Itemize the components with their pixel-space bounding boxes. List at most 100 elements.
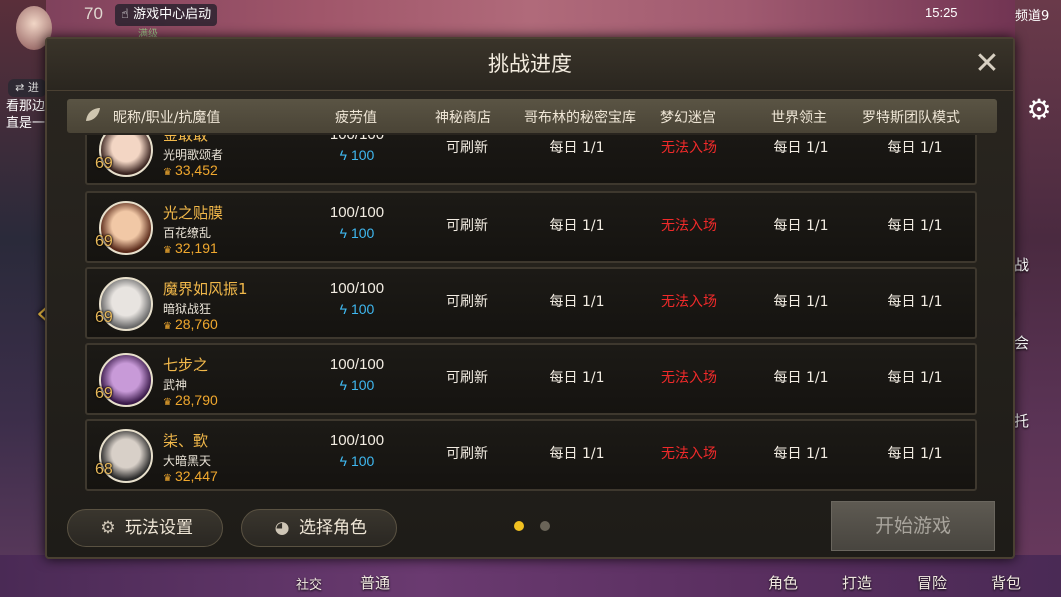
fatigue-value: 100/100 (307, 135, 407, 143)
bottom-menu-bag[interactable]: 背包 (991, 572, 1021, 593)
character-job: 百花缭乱 (163, 226, 212, 240)
mystery-shop-status: 可刷新 (446, 446, 488, 462)
right-menu-label[interactable]: 战 (1014, 254, 1029, 275)
dialog-title: 挑战进度 (47, 39, 1013, 91)
character-level: 68 (95, 461, 113, 478)
background-bottom (0, 555, 1061, 597)
goblin-vault-status: 每日 1/1 (549, 140, 605, 156)
character-level: 69 (95, 309, 113, 326)
mystery-shop-status: 可刷新 (446, 218, 488, 234)
table-row[interactable]: 69 光之贴膜 百花缭乱 ♛ 32,191 100/100 ϟ 100 可刷新 每日 1/1 无法… (85, 191, 977, 263)
start-game-button[interactable]: 开始游戏 (831, 501, 995, 551)
world-lord-status: 每日 1/1 (773, 294, 829, 310)
lightning-icon: ϟ (339, 147, 351, 163)
mystery-shop-status: 可刷新 (446, 370, 488, 386)
fatigue-value: 100/100 (329, 432, 385, 449)
mystery-shop-status: 可刷新 (446, 140, 488, 156)
leaf-icon (86, 108, 100, 121)
table-row[interactable]: 69 七步之武神 ♛ 28,790 100/100 ϟ 100 可刷新 每日 1/1 无法入场 每… (85, 343, 977, 415)
lightning-icon: ϟ (339, 301, 351, 317)
crown-icon: ♛ (163, 167, 172, 178)
hand-icon: ☝ (121, 7, 129, 22)
gear-icon: ⚙ (100, 518, 116, 538)
character-level: 69 (95, 155, 113, 172)
raid-mode-status: 每日 1/1 (887, 140, 943, 156)
table-row[interactable]: 69 金敢敢光明歌颂者♛33,452 100/100 ϟ 100 可刷新 每日 1/1 无法… (85, 135, 977, 185)
character-power: ♛ 33,452 (163, 162, 218, 178)
game-center-launch-badge[interactable]: ☝ 游戏中心启动 (115, 4, 218, 26)
character-job: 大暗黑天 (163, 454, 212, 468)
character-name: 金敢敢 (163, 135, 209, 144)
character-power: ♛ 28,760 (163, 316, 218, 332)
dream-maze-status: 无法入场 (661, 446, 717, 462)
character-list[interactable]: 69金敢敢光明歌颂者♛33,452100/100ϟ 100可刷新每日 1/1无法… (85, 135, 977, 493)
character-name: 魔界如风振1 (163, 280, 248, 298)
lightning-icon: ϟ (339, 453, 351, 469)
fatigue-value: 100/100 (329, 356, 385, 373)
character-job: 武神 (163, 378, 188, 392)
character-level: 69 (95, 385, 113, 402)
table-row[interactable]: 68 柒、歅大暗黑天 ♛ 32,447 100/100 ϟ 100 可刷新 每日 1/1 无法入… (85, 419, 977, 491)
gear-icon[interactable]: ⚙ (1023, 94, 1055, 126)
energy-value: ϟ 100 (339, 453, 375, 469)
dream-maze-status: 无法入场 (661, 218, 717, 234)
dream-maze-status: 无法入场 (661, 140, 717, 156)
table-row[interactable]: 69 魔界如风振1 暗狱战狂 ♛ 28,760 100/100 ϟ 100 可刷新 每日 1/1… (85, 267, 977, 339)
chat-snippet: 看那边 直是一 (6, 99, 46, 131)
character-job: 暗狱战狂 (163, 302, 212, 316)
character-power: ♛ 28,790 (163, 392, 218, 408)
bottom-menu-craft[interactable]: 打造 (842, 572, 872, 593)
goblin-vault-status: 每日 1/1 (549, 218, 605, 234)
bottom-menu-social[interactable]: 社交 (296, 574, 322, 593)
page-dot-active[interactable] (514, 521, 524, 531)
channel-label[interactable]: 频道9 (1015, 5, 1049, 24)
fatigue-value: 100/100 (329, 204, 385, 221)
clock: 15:25 (925, 5, 958, 20)
bottom-menu-character[interactable]: 角色 (768, 572, 798, 593)
bottom-menu-adventure[interactable]: 冒险 (917, 572, 947, 593)
raid-mode-status: 每日 1/1 (887, 218, 943, 234)
character-icon: ◕ (274, 518, 290, 538)
column-header: 哥布林的秘密宝库 (524, 110, 636, 126)
dream-maze-status: 无法入场 (661, 294, 717, 310)
column-header: 世界领主 (771, 110, 827, 126)
character-name: 柒、歅 (163, 432, 209, 450)
crown-icon: ♛ (163, 397, 172, 408)
column-header: 昵称/职业/抗魔值 (113, 110, 221, 126)
character-name: 光之贴膜 (163, 204, 224, 222)
column-header: 梦幻迷宫 (660, 110, 716, 126)
crown-icon: ♛ (163, 473, 172, 484)
goblin-vault-status: 每日 1/1 (549, 294, 605, 310)
lightning-icon: ϟ (339, 377, 351, 393)
dream-maze-status: 无法入场 (661, 370, 717, 386)
left-side-tag[interactable]: ⇄ 进 (8, 79, 46, 97)
play-settings-button[interactable]: ⚙ 玩法设置 (67, 509, 223, 547)
character-level: 69 (95, 233, 113, 250)
raid-mode-status: 每日 1/1 (887, 294, 943, 310)
character-power: ♛ 32,447 (163, 468, 218, 484)
right-menu-label[interactable]: 会 (1014, 332, 1029, 353)
goblin-vault-status: 每日 1/1 (549, 370, 605, 386)
close-icon[interactable]: ✕ (973, 49, 1001, 79)
character-job: 光明歌颂者 (163, 148, 224, 162)
character-power: ♛ 32,191 (163, 240, 218, 256)
energy-value: ϟ 100 (339, 377, 375, 393)
right-menu-label[interactable]: 托 (1014, 410, 1029, 431)
crown-icon: ♛ (163, 321, 172, 332)
background-right (1015, 0, 1061, 597)
lightning-icon: ϟ (339, 225, 351, 241)
energy-value: ϟ 100 (339, 147, 375, 163)
bottom-menu-normal[interactable]: 普通 (360, 572, 390, 593)
page-dot[interactable] (540, 521, 550, 531)
world-lord-status: 每日 1/1 (773, 370, 829, 386)
player-level: 70 (84, 4, 103, 23)
challenge-progress-dialog: 挑战进度 ✕ 昵称/职业/抗魔值 疲劳值 神秘商店 哥布林的秘密宝库 梦幻迷宫 … (45, 37, 1015, 559)
select-character-button[interactable]: ◕ 选择角色 (241, 509, 397, 547)
raid-mode-status: 每日 1/1 (887, 370, 943, 386)
crown-icon: ♛ (163, 245, 172, 256)
table-header: 昵称/职业/抗魔值 疲劳值 神秘商店 哥布林的秘密宝库 梦幻迷宫 世界领主 罗特… (67, 99, 997, 133)
raid-mode-status: 每日 1/1 (887, 446, 943, 462)
fatigue-value: 100/100 (329, 280, 385, 297)
character-name: 七步之 (163, 356, 209, 374)
column-header: 罗特斯团队模式 (862, 110, 960, 126)
